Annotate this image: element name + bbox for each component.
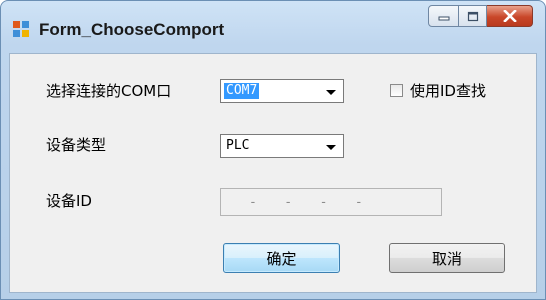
- ok-button[interactable]: 确定: [223, 243, 340, 273]
- form-client-area: 选择连接的COM口 COM7 使用ID查找 设备类型 PLC 设备ID - - …: [9, 53, 537, 293]
- com-port-select[interactable]: COM7: [220, 79, 344, 103]
- cancel-button[interactable]: 取消: [389, 243, 505, 273]
- close-button[interactable]: [487, 5, 533, 27]
- chevron-down-icon: [326, 145, 336, 150]
- com-port-label: 选择连接的COM口: [46, 82, 172, 100]
- maximize-icon: [467, 11, 478, 21]
- chevron-down-icon: [326, 90, 336, 95]
- close-icon: [502, 10, 517, 22]
- device-type-value: PLC: [226, 138, 250, 153]
- com-port-value: COM7: [224, 83, 260, 99]
- use-id-checkbox[interactable]: [390, 84, 403, 97]
- use-id-label[interactable]: 使用ID查找: [410, 80, 486, 101]
- title-bar[interactable]: Form_ChooseComport: [1, 1, 545, 49]
- device-type-select[interactable]: PLC: [220, 134, 344, 158]
- dialog-window: Form_ChooseComport 选择连接的COM口 COM7 使用ID查找…: [0, 0, 546, 300]
- minimize-icon: [438, 16, 449, 21]
- windows-form-icon: [13, 21, 29, 37]
- device-type-label: 设备类型: [46, 136, 107, 154]
- minimize-button[interactable]: [428, 5, 459, 27]
- device-id-label: 设备ID: [46, 192, 92, 210]
- device-id-input[interactable]: - - - -: [220, 188, 442, 216]
- caption-buttons: [428, 5, 533, 27]
- window-title: Form_ChooseComport: [39, 20, 225, 39]
- maximize-button[interactable]: [459, 5, 487, 27]
